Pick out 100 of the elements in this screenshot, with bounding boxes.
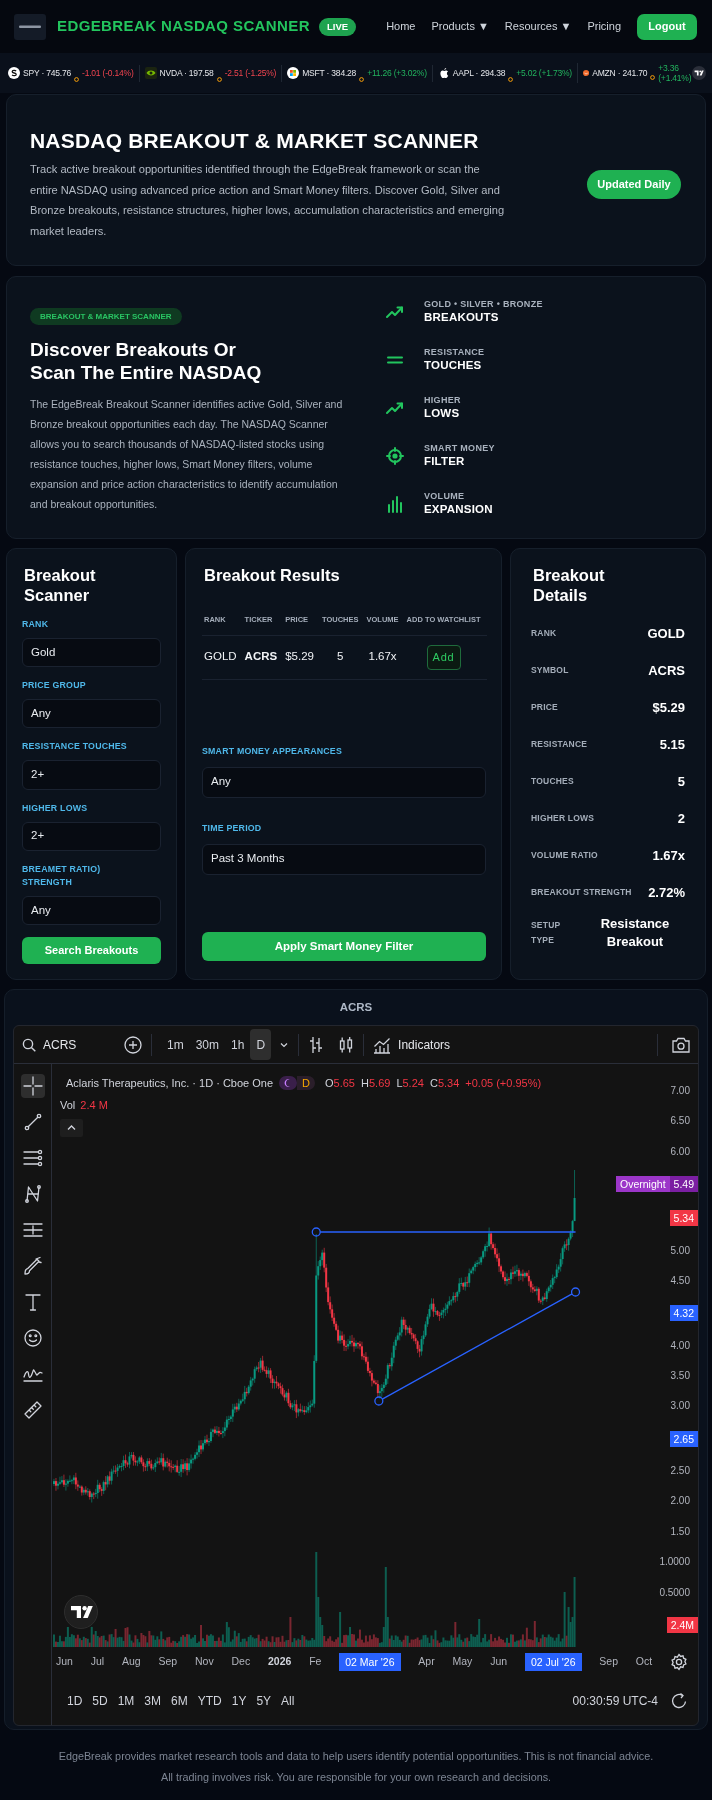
ticker-change: +11.26 (+3.02%): [367, 68, 427, 78]
crosshair-icon[interactable]: [20, 1074, 45, 1098]
filter-field[interactable]: Any: [22, 699, 161, 729]
range-button[interactable]: 1D: [62, 1692, 88, 1710]
time-tick: Fe: [309, 1654, 322, 1670]
filter-field[interactable]: Any: [22, 895, 161, 925]
filter-field[interactable]: 2+: [22, 760, 161, 790]
price-tick: 1.0000: [659, 1556, 691, 1569]
indicators-button[interactable]: Indicators: [373, 1035, 451, 1054]
page-title: NASDAQ BREAKOUT & MARKET SCANNER: [30, 128, 480, 153]
detail-label: BREAKOUT STRENGTH: [531, 886, 632, 899]
add-button[interactable]: Add: [426, 644, 461, 670]
ohlc-bars-icon[interactable]: [308, 1035, 325, 1054]
field-label: BREAMET RATIO) STRENGTH: [22, 862, 102, 889]
price-tag: 5.34: [669, 1210, 698, 1227]
nav-link[interactable]: Home: [386, 18, 416, 35]
detail-value: ACRS: [648, 661, 685, 680]
session-badge: D: [297, 1076, 315, 1091]
detail-value: 2: [677, 809, 685, 828]
price-tick: 4.50: [670, 1275, 691, 1288]
four-squares-icon: [287, 67, 300, 79]
ohlc-label: C: [429, 1077, 438, 1089]
field-label: TIME PERIOD: [202, 822, 263, 834]
nav-link[interactable]: Products ▼: [431, 18, 489, 35]
symbol-search-button[interactable]: ACRS: [22, 1035, 110, 1054]
price-tick: 6.00: [670, 1145, 691, 1158]
detail-label: VOLUME RATIO: [531, 849, 598, 862]
ticker-quote[interactable]: MSFT · 384.28: [302, 66, 357, 80]
detail-value: 5: [677, 772, 685, 791]
feature-caption: RESISTANCE: [424, 346, 485, 358]
ticker-quote[interactable]: AMZN · 241.70: [592, 66, 648, 80]
price-tick: 2.50: [670, 1465, 691, 1478]
add-symbol-icon[interactable]: [124, 1035, 142, 1054]
feature-caption: GOLD • SILVER • BRONZE: [424, 298, 543, 310]
price-change: +0.05 (+0.95%): [465, 1076, 542, 1091]
feature-caption: HIGHER: [424, 394, 461, 406]
nav-link[interactable]: Resources ▼: [504, 18, 572, 35]
ticker-quote[interactable]: AAPL · 294.38: [452, 66, 506, 80]
range-button[interactable]: YTD: [192, 1692, 227, 1710]
candles-icon[interactable]: [338, 1035, 355, 1054]
status-ring-icon: [650, 75, 656, 80]
price-tick: 3.50: [670, 1370, 691, 1383]
search-icon: [22, 1037, 36, 1052]
section-tag: BREAKOUT & MARKET SCANNER: [30, 307, 182, 325]
time-tick: Jul: [90, 1654, 105, 1670]
bar-chart-icon: [386, 494, 404, 513]
interval-button[interactable]: 30m: [189, 1029, 225, 1060]
detail-label: RANK: [531, 627, 557, 640]
detail-label: SETUP TYPE: [531, 919, 562, 947]
session-label: Overnight: [616, 1176, 670, 1193]
panel-title: Breakout Details: [532, 565, 606, 605]
moon-icon: [279, 1076, 298, 1091]
feature-caption: VOLUME: [424, 490, 466, 502]
range-button[interactable]: 1Y: [226, 1692, 252, 1710]
feature-label: EXPANSION: [424, 502, 493, 517]
chart-title: ACRS: [338, 1000, 374, 1015]
chart-logo-icon[interactable]: [692, 66, 706, 80]
filter-field[interactable]: Gold: [22, 638, 161, 668]
detail-label: HIGHER LOWS: [531, 812, 595, 825]
table-cell: GOLD: [202, 635, 243, 679]
ticker-change: +5.02 (+1.73%): [516, 68, 572, 78]
ohlc-value: 5.24: [402, 1077, 424, 1089]
volume-value: 2.4 M: [80, 1098, 108, 1113]
price-tick: 1.50: [670, 1525, 691, 1538]
interval-button[interactable]: 1h: [225, 1029, 251, 1060]
chevron-up-icon[interactable]: [60, 1119, 83, 1137]
interval-button[interactable]: D: [250, 1029, 272, 1060]
filter-field[interactable]: Past 3 Months: [202, 843, 486, 875]
ticker-change: -1.01 (-0.14%): [82, 68, 134, 78]
range-button[interactable]: 6M: [166, 1692, 193, 1710]
price-tick: 5.00: [670, 1244, 691, 1257]
filter-field[interactable]: Any: [202, 766, 486, 798]
chart-logo-icon[interactable]: [64, 1595, 98, 1629]
range-button[interactable]: 5Y: [251, 1692, 277, 1710]
price-tag: 2.4M: [666, 1616, 698, 1633]
price-tag: 5.49: [669, 1176, 698, 1193]
detail-label: PRICE: [531, 701, 558, 714]
price-tick: 7.00: [670, 1085, 691, 1097]
nav-link[interactable]: Pricing: [587, 18, 621, 35]
range-button[interactable]: 3M: [139, 1692, 167, 1710]
feature-label: FILTER: [424, 454, 466, 469]
range-button[interactable]: 5D: [87, 1692, 113, 1710]
update-badge: Updated Daily: [587, 170, 681, 199]
circular-arrow-icon[interactable]: [670, 1692, 688, 1710]
status-ring-icon: [74, 76, 79, 82]
ticker-quote[interactable]: NVDA · 197.58: [159, 66, 214, 80]
interval-button[interactable]: 1m: [161, 1029, 190, 1060]
table-cell: $5.29: [283, 635, 320, 679]
detail-value: 5.15: [659, 735, 685, 754]
logo-icon[interactable]: [14, 13, 46, 40]
feature-label: BREAKOUTS: [424, 310, 500, 325]
settings-icon[interactable]: [670, 1653, 688, 1671]
time-tick: Aug: [122, 1654, 141, 1670]
range-button[interactable]: All: [276, 1692, 300, 1710]
camera-icon[interactable]: [672, 1036, 690, 1053]
filter-field[interactable]: 2+: [22, 821, 161, 851]
range-button[interactable]: 1M: [112, 1692, 140, 1710]
ticker-quote[interactable]: SPY · 745.76: [23, 66, 71, 80]
field-label: PRICE GROUP: [22, 679, 87, 693]
indicators-icon: [373, 1035, 392, 1054]
